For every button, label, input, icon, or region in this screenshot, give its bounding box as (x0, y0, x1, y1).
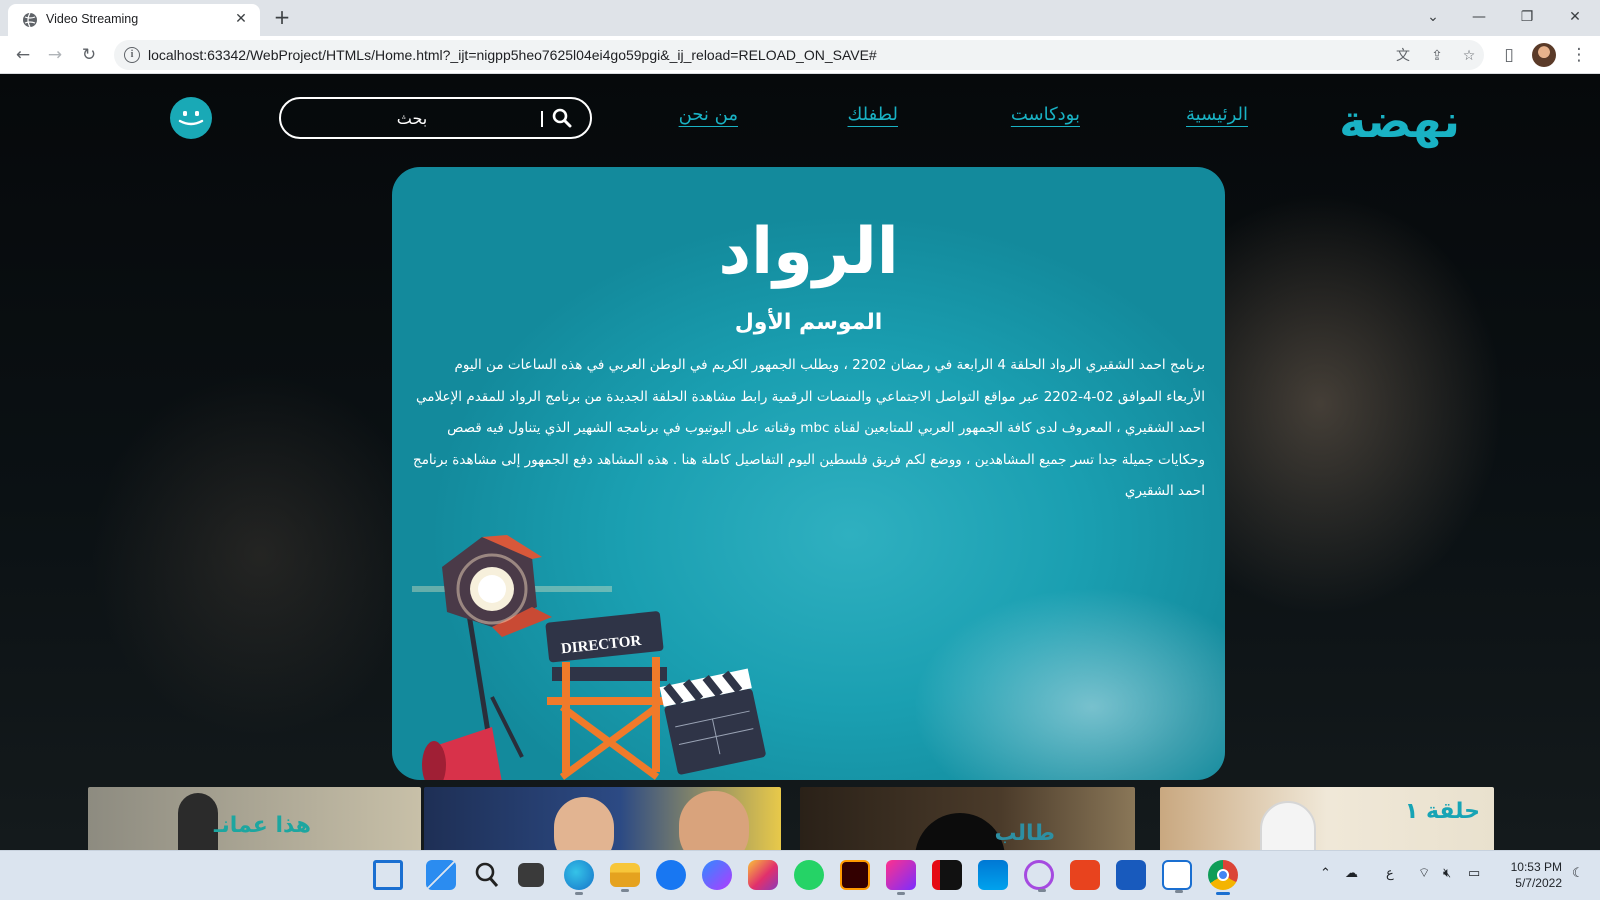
clock-time: 10:53 PM (1510, 860, 1562, 874)
search-taskbar-icon[interactable] (472, 860, 502, 890)
menu-dots-icon[interactable]: ⋮ (1566, 42, 1592, 68)
address-bar[interactable]: i localhost:63342/WebProject/HTMLs/Home.… (114, 40, 1484, 70)
new-tab-button[interactable]: + (270, 6, 294, 30)
edge-icon[interactable] (564, 860, 594, 895)
instagram-icon[interactable] (748, 860, 778, 890)
thumbnail-4[interactable]: حلقة ١ (1160, 787, 1494, 850)
browser-tab[interactable]: Video Streaming ✕ (8, 4, 260, 36)
battery-icon[interactable]: ▭ (1468, 865, 1480, 881)
tab-search-icon[interactable]: ⌄ (1418, 4, 1448, 30)
profile-avatar[interactable] (1532, 43, 1556, 67)
info-icon[interactable]: i (124, 47, 140, 63)
os-taskbar: ⌃ ☁ ع ⌔ 🔇︎ ▭ 10:53 PM 5/7/2022 ☾ (0, 850, 1600, 900)
input-language[interactable]: ع (1386, 865, 1394, 881)
film-set-illustration: DIRECTOR (412, 535, 766, 780)
onedrive-icon[interactable]: ☁ (1345, 865, 1358, 881)
thumbnail-1[interactable]: هذا عمانـ (88, 787, 421, 850)
browser-tab-bar: Video Streaming ✕ + ⌄ — ❐ ✕ (0, 0, 1600, 36)
phpstorm-icon[interactable] (886, 860, 916, 895)
back-icon[interactable]: ← (10, 42, 36, 68)
chrome-icon[interactable] (1208, 860, 1238, 895)
facebook-icon[interactable] (656, 860, 686, 890)
file-explorer-icon[interactable] (610, 863, 640, 892)
forward-icon[interactable]: → (42, 42, 68, 68)
wifi-icon[interactable]: ⌔ (1418, 865, 1430, 881)
store-icon[interactable] (978, 860, 1008, 890)
share-icon[interactable]: ⇪ (1426, 45, 1448, 67)
web-page: نهضة الرئيسية بودكاست لطفلك من نحن الروا… (0, 74, 1600, 850)
task-view-icon[interactable] (518, 863, 544, 887)
search-box[interactable] (279, 97, 592, 139)
thumbnail-face (554, 797, 614, 850)
nav-kids[interactable]: لطفلك (848, 104, 898, 125)
site-logo[interactable]: نهضة (1339, 94, 1460, 148)
show-description: برنامج احمد الشقيري الرواد الحلقة 4 الرا… (412, 357, 1205, 499)
minimize-button[interactable]: — (1464, 4, 1494, 30)
nav-home[interactable]: الرئيسية (1186, 104, 1248, 125)
thumbnail-label: طالب (994, 821, 1055, 846)
reload-icon[interactable]: ↻ (76, 42, 102, 68)
show-title: الرواد (718, 215, 899, 289)
notepad-icon[interactable] (1162, 860, 1192, 893)
hero-card[interactable]: الرواد الموسم الأول برنامج احمد الشقيري … (392, 167, 1225, 780)
browser-toolbar: ← → ↻ i localhost:63342/WebProject/HTMLs… (0, 36, 1600, 74)
globe-icon (23, 12, 37, 28)
volume-muted-icon[interactable]: 🔇︎ (1443, 865, 1451, 881)
translate-icon[interactable]: 文 (1392, 45, 1414, 67)
thumbnail-label: هذا عمانـ (214, 813, 311, 838)
illustrator-icon[interactable] (840, 860, 870, 890)
system-clock[interactable]: 10:53 PM 5/7/2022 (1511, 859, 1562, 891)
search-input[interactable] (287, 105, 537, 131)
start-icon[interactable] (426, 860, 456, 890)
thumbnail-3[interactable]: طالب (800, 787, 1135, 850)
nav-podcast[interactable]: بودكاست (1011, 104, 1080, 125)
thumbnail-figure (178, 793, 218, 850)
whatsapp-icon[interactable] (794, 860, 824, 890)
office-icon[interactable] (1070, 860, 1100, 890)
thumbnail-figure (915, 813, 1005, 850)
thumbnail-2[interactable] (424, 787, 781, 850)
url-text[interactable]: localhost:63342/WebProject/HTMLs/Home.ht… (148, 47, 877, 63)
messenger-icon[interactable] (702, 860, 732, 890)
snipping-tool-icon[interactable] (1024, 860, 1054, 892)
search-icon[interactable] (551, 107, 573, 129)
netflix-icon[interactable] (932, 860, 962, 890)
close-tab-icon[interactable]: ✕ (232, 10, 250, 28)
smiley-avatar-icon[interactable] (170, 97, 212, 139)
restore-button[interactable]: ❐ (1512, 4, 1542, 30)
bookmark-star-icon[interactable]: ☆ (1458, 45, 1480, 67)
clock-date: 5/7/2022 (1515, 876, 1562, 890)
tab-title: Video Streaming (46, 12, 139, 26)
nav-about[interactable]: من نحن (679, 104, 738, 125)
thumbnail-label: حلقة ١ (1404, 799, 1480, 824)
word-icon[interactable] (1116, 860, 1146, 890)
close-window-button[interactable]: ✕ (1560, 4, 1590, 30)
side-panel-icon[interactable]: ▯ (1496, 42, 1522, 68)
tray-chevron-icon[interactable]: ⌃ (1320, 865, 1331, 881)
season-label: الموسم الأول (734, 310, 883, 335)
thumbnail-face (679, 791, 749, 850)
thumbnail-figure (1260, 801, 1316, 850)
notification-moon-icon[interactable]: ☾ (1572, 865, 1584, 881)
hero-cloud-glow (912, 587, 1225, 780)
widgets-icon[interactable] (373, 860, 403, 890)
search-divider (541, 111, 543, 127)
